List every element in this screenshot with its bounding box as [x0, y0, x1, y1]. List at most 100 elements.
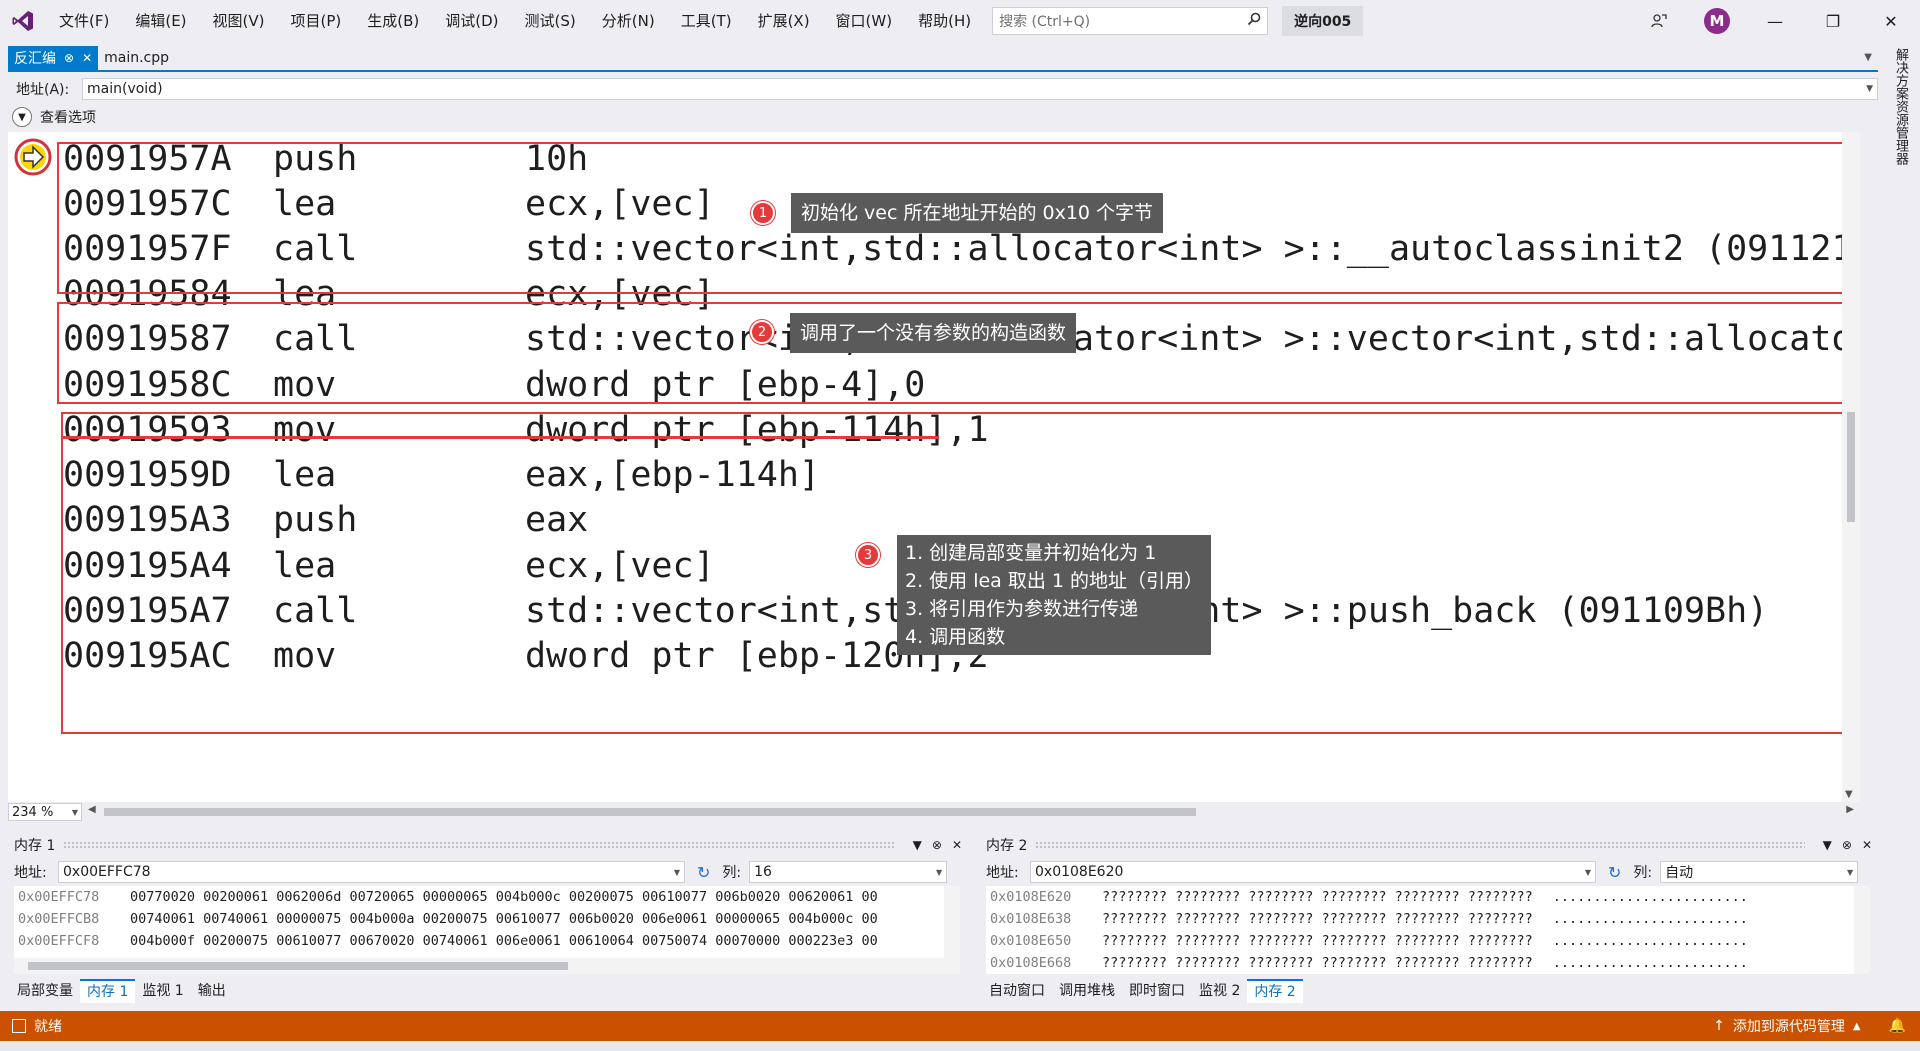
- memory-2-column-label: 列:: [1633, 865, 1653, 881]
- memory-row[interactable]: 0x0108E638 ???????? ???????? ???????? ???…: [986, 908, 1870, 930]
- menu-window[interactable]: 窗口(W): [823, 0, 906, 42]
- instruction-pointer-icon: [14, 138, 52, 180]
- scroll-right-icon[interactable]: ▶: [1846, 804, 1854, 815]
- visual-studio-logo-icon[interactable]: [0, 0, 46, 42]
- tab-locals[interactable]: 局部变量: [10, 980, 80, 1002]
- menu-test[interactable]: 测试(S): [512, 0, 589, 42]
- indicator-margin[interactable]: [8, 132, 58, 802]
- menu-project[interactable]: 项目(P): [278, 0, 355, 42]
- disassembly-view[interactable]: 0091957A push 10h 0091957C lea ecx,[vec] 009…: [8, 132, 1860, 802]
- drag-grip[interactable]: [1035, 841, 1805, 849]
- chevron-down-icon[interactable]: ▼: [674, 868, 680, 877]
- avatar[interactable]: M: [1704, 8, 1730, 34]
- tab-memory-2[interactable]: 内存 2: [1247, 979, 1303, 1003]
- dropdown-icon[interactable]: ▼: [913, 838, 922, 852]
- memory-1-grid[interactable]: 0x00EFFC78 00770020 00200061 0062006d 007…: [14, 886, 960, 974]
- vertical-scrollbar[interactable]: ▼: [1842, 132, 1860, 802]
- refresh-icon[interactable]: ↻: [1608, 863, 1621, 882]
- close-icon[interactable]: ✕: [952, 838, 962, 852]
- pin-icon[interactable]: ⊗: [1842, 838, 1852, 852]
- memory-row[interactable]: 0x00EFFC78 00770020 00200061 0062006d 007…: [14, 886, 960, 908]
- solution-explorer-tab[interactable]: 解决方案资源管理器: [1886, 48, 1910, 188]
- horizontal-scroll-thumb[interactable]: [104, 808, 1196, 816]
- annotation-note-line: 调用了一个没有参数的构造函数: [800, 322, 1067, 344]
- view-options-toggle[interactable]: ▼ 查看选项: [12, 106, 96, 128]
- menu-file[interactable]: 文件(F): [46, 0, 122, 42]
- memory-row-bytes: 00770020 00200061 0062006d 00720065 0000…: [130, 889, 878, 905]
- pin-icon[interactable]: ⊗: [64, 51, 74, 65]
- restore-icon[interactable]: ❐: [1804, 0, 1862, 42]
- memory-1-address-value: 0x00EFFC78: [63, 864, 151, 880]
- notification-bell-icon[interactable]: 🔔: [1889, 1018, 1906, 1034]
- horizontal-scrollbar[interactable]: [14, 958, 944, 974]
- menu-view[interactable]: 视图(V): [200, 0, 278, 42]
- address-label: 地址(A):: [16, 82, 70, 98]
- add-to-source-control-button[interactable]: 添加到源代码管理: [1733, 1016, 1845, 1036]
- menu-build[interactable]: 生成(B): [354, 0, 432, 42]
- memory-row[interactable]: 0x0108E650 ???????? ???????? ???????? ???…: [986, 930, 1870, 952]
- horizontal-scroll-thumb[interactable]: [28, 962, 568, 970]
- tab-overflow-icon[interactable]: ▼: [1864, 52, 1872, 63]
- memory-1-address-input[interactable]: 0x00EFFC78 ▼: [58, 861, 685, 883]
- zoom-combo[interactable]: 234 % ▼: [8, 803, 82, 821]
- tab-disassembly-label: 反汇编: [14, 51, 56, 67]
- menu-extensions[interactable]: 扩展(X): [745, 0, 823, 42]
- scroll-left-icon[interactable]: ◀: [88, 804, 96, 815]
- status-right: ↑ 添加到源代码管理 ▲ 🔔: [1713, 1011, 1906, 1041]
- drag-grip[interactable]: [63, 841, 895, 849]
- tab-watch-1[interactable]: 监视 1: [135, 980, 190, 1002]
- chevron-down-icon[interactable]: ▼: [72, 808, 78, 817]
- memory-2-column-select[interactable]: 自动 ▼: [1660, 861, 1859, 883]
- close-icon[interactable]: ✕: [1862, 838, 1872, 852]
- memory-2-grid[interactable]: 0x0108E620 ???????? ???????? ???????? ???…: [986, 886, 1870, 974]
- live-share-icon[interactable]: [1630, 0, 1688, 42]
- search-icon: [1247, 12, 1261, 30]
- memory-row[interactable]: 0x0108E668 ???????? ???????? ???????? ???…: [986, 952, 1870, 974]
- search-input[interactable]: 搜索 (Ctrl+Q): [992, 7, 1269, 35]
- solution-name-badge[interactable]: 逆向005: [1282, 6, 1364, 36]
- tab-autos[interactable]: 自动窗口: [982, 980, 1052, 1002]
- chevron-down-icon[interactable]: ▼: [1585, 868, 1591, 877]
- tab-call-stack[interactable]: 调用堆栈: [1052, 980, 1122, 1002]
- tab-output[interactable]: 输出: [191, 980, 233, 1002]
- pin-icon[interactable]: ⊗: [932, 838, 942, 852]
- chevron-down-icon[interactable]: ▼: [936, 868, 942, 877]
- tab-immediate[interactable]: 即时窗口: [1122, 980, 1192, 1002]
- dropdown-icon[interactable]: ▼: [1823, 838, 1832, 852]
- tab-disassembly[interactable]: 反汇编 ⊗ ✕: [8, 46, 99, 70]
- tab-main-cpp[interactable]: main.cpp: [98, 46, 175, 70]
- tab-watch-2[interactable]: 监视 2: [1192, 980, 1247, 1002]
- menu-tools[interactable]: 工具(T): [668, 0, 745, 42]
- chevron-up-icon[interactable]: ▲: [1853, 1021, 1861, 1032]
- memory-row[interactable]: 0x0108E620 ???????? ???????? ???????? ???…: [986, 886, 1870, 908]
- menu-edit[interactable]: 编辑(E): [122, 0, 199, 42]
- annotation-badge-1: 1: [751, 201, 775, 225]
- memory-row[interactable]: 0x00EFFCB8 00740061 00740061 00000075 004…: [14, 908, 960, 930]
- memory-2-address-row: 地址: 0x0108E620 ▼ ↻ 列: 自动 ▼: [980, 858, 1878, 886]
- memory-2-address-input[interactable]: 0x0108E620 ▼: [1030, 861, 1596, 883]
- vertical-scrollbar[interactable]: [944, 886, 960, 974]
- memory-2-title: 内存 2: [986, 838, 1028, 854]
- annotation-note-line: 初始化 vec 所在地址开始的 0x10 个字节: [801, 202, 1154, 224]
- minimize-icon[interactable]: —: [1746, 0, 1804, 42]
- scroll-down-icon[interactable]: ▼: [1845, 789, 1853, 800]
- vertical-scroll-thumb[interactable]: [1847, 412, 1855, 522]
- chevron-down-icon[interactable]: ▼: [1866, 84, 1873, 94]
- menu-debug[interactable]: 调试(D): [432, 0, 511, 42]
- menu-analyze[interactable]: 分析(N): [589, 0, 668, 42]
- memory-row[interactable]: 0x00EFFCF8 004b000f 00200075 00610077 006…: [14, 930, 960, 952]
- horizontal-scrollbar[interactable]: ◀ ▶: [82, 803, 1860, 821]
- chevron-down-icon[interactable]: ▼: [1847, 868, 1853, 877]
- vertical-scrollbar[interactable]: [1854, 886, 1870, 974]
- tab-main-cpp-label: main.cpp: [104, 50, 170, 66]
- menu-help[interactable]: 帮助(H): [905, 0, 984, 42]
- address-combo[interactable]: main(void) ▼: [82, 78, 1878, 100]
- arrow-up-icon: ↑: [1713, 1018, 1725, 1034]
- status-text: 就绪: [34, 1019, 62, 1035]
- memory-row-address: 0x0108E638: [990, 911, 1072, 927]
- close-tab-icon[interactable]: ✕: [82, 51, 92, 65]
- refresh-icon[interactable]: ↻: [697, 863, 710, 882]
- memory-1-column-select[interactable]: 16 ▼: [749, 861, 948, 883]
- tab-memory-1[interactable]: 内存 1: [80, 979, 136, 1003]
- close-icon[interactable]: ✕: [1862, 0, 1920, 42]
